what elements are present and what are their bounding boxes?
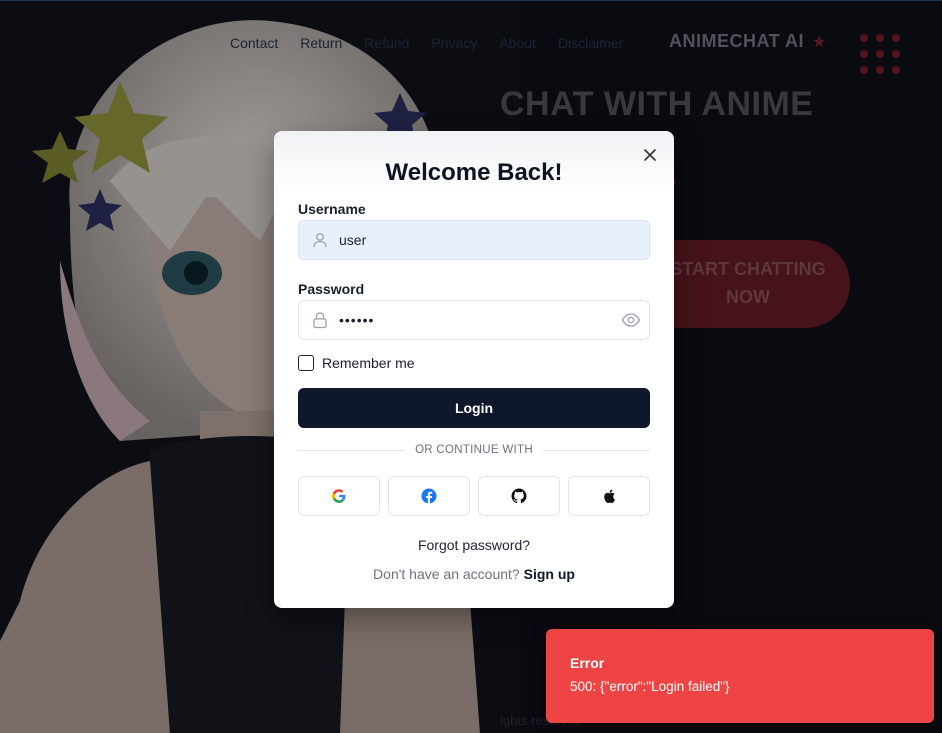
password-input[interactable]	[339, 301, 621, 339]
toast-title: Error	[570, 655, 605, 671]
remember-me-row[interactable]: Remember me	[298, 355, 415, 371]
remember-me-checkbox[interactable]	[298, 355, 314, 371]
signup-row: Don't have an account? Sign up	[274, 566, 674, 582]
facebook-login-button[interactable]	[388, 476, 470, 516]
social-login-row	[298, 476, 650, 516]
login-modal: Welcome Back! Username Password Remember…	[274, 131, 674, 608]
modal-title: Welcome Back!	[385, 159, 563, 186]
error-toast[interactable]: Error 500: {"error":"Login failed"}	[546, 629, 934, 723]
username-label: Username	[298, 201, 366, 217]
password-label: Password	[298, 281, 365, 297]
lock-icon	[313, 312, 327, 329]
toast-message: 500: {"error":"Login failed"}	[570, 679, 730, 694]
login-button[interactable]: Login	[298, 388, 650, 428]
user-icon	[313, 233, 327, 248]
github-login-button[interactable]	[478, 476, 560, 516]
signup-prompt: Don't have an account?	[373, 566, 520, 582]
github-icon	[511, 488, 527, 504]
divider-label: OR CONTINUE WITH	[415, 444, 533, 456]
google-icon	[332, 489, 346, 503]
continue-with-divider: OR CONTINUE WITH	[298, 444, 650, 456]
username-field[interactable]	[298, 220, 650, 260]
remember-me-label: Remember me	[322, 355, 415, 371]
eye-icon[interactable]	[621, 310, 641, 330]
signup-link[interactable]: Sign up	[524, 566, 575, 582]
password-field[interactable]	[298, 300, 650, 340]
apple-icon	[604, 489, 615, 504]
facebook-icon	[421, 488, 437, 504]
forgot-password-link[interactable]: Forgot password?	[274, 537, 674, 553]
google-login-button[interactable]	[298, 476, 380, 516]
username-input[interactable]	[339, 221, 649, 259]
apple-login-button[interactable]	[568, 476, 650, 516]
